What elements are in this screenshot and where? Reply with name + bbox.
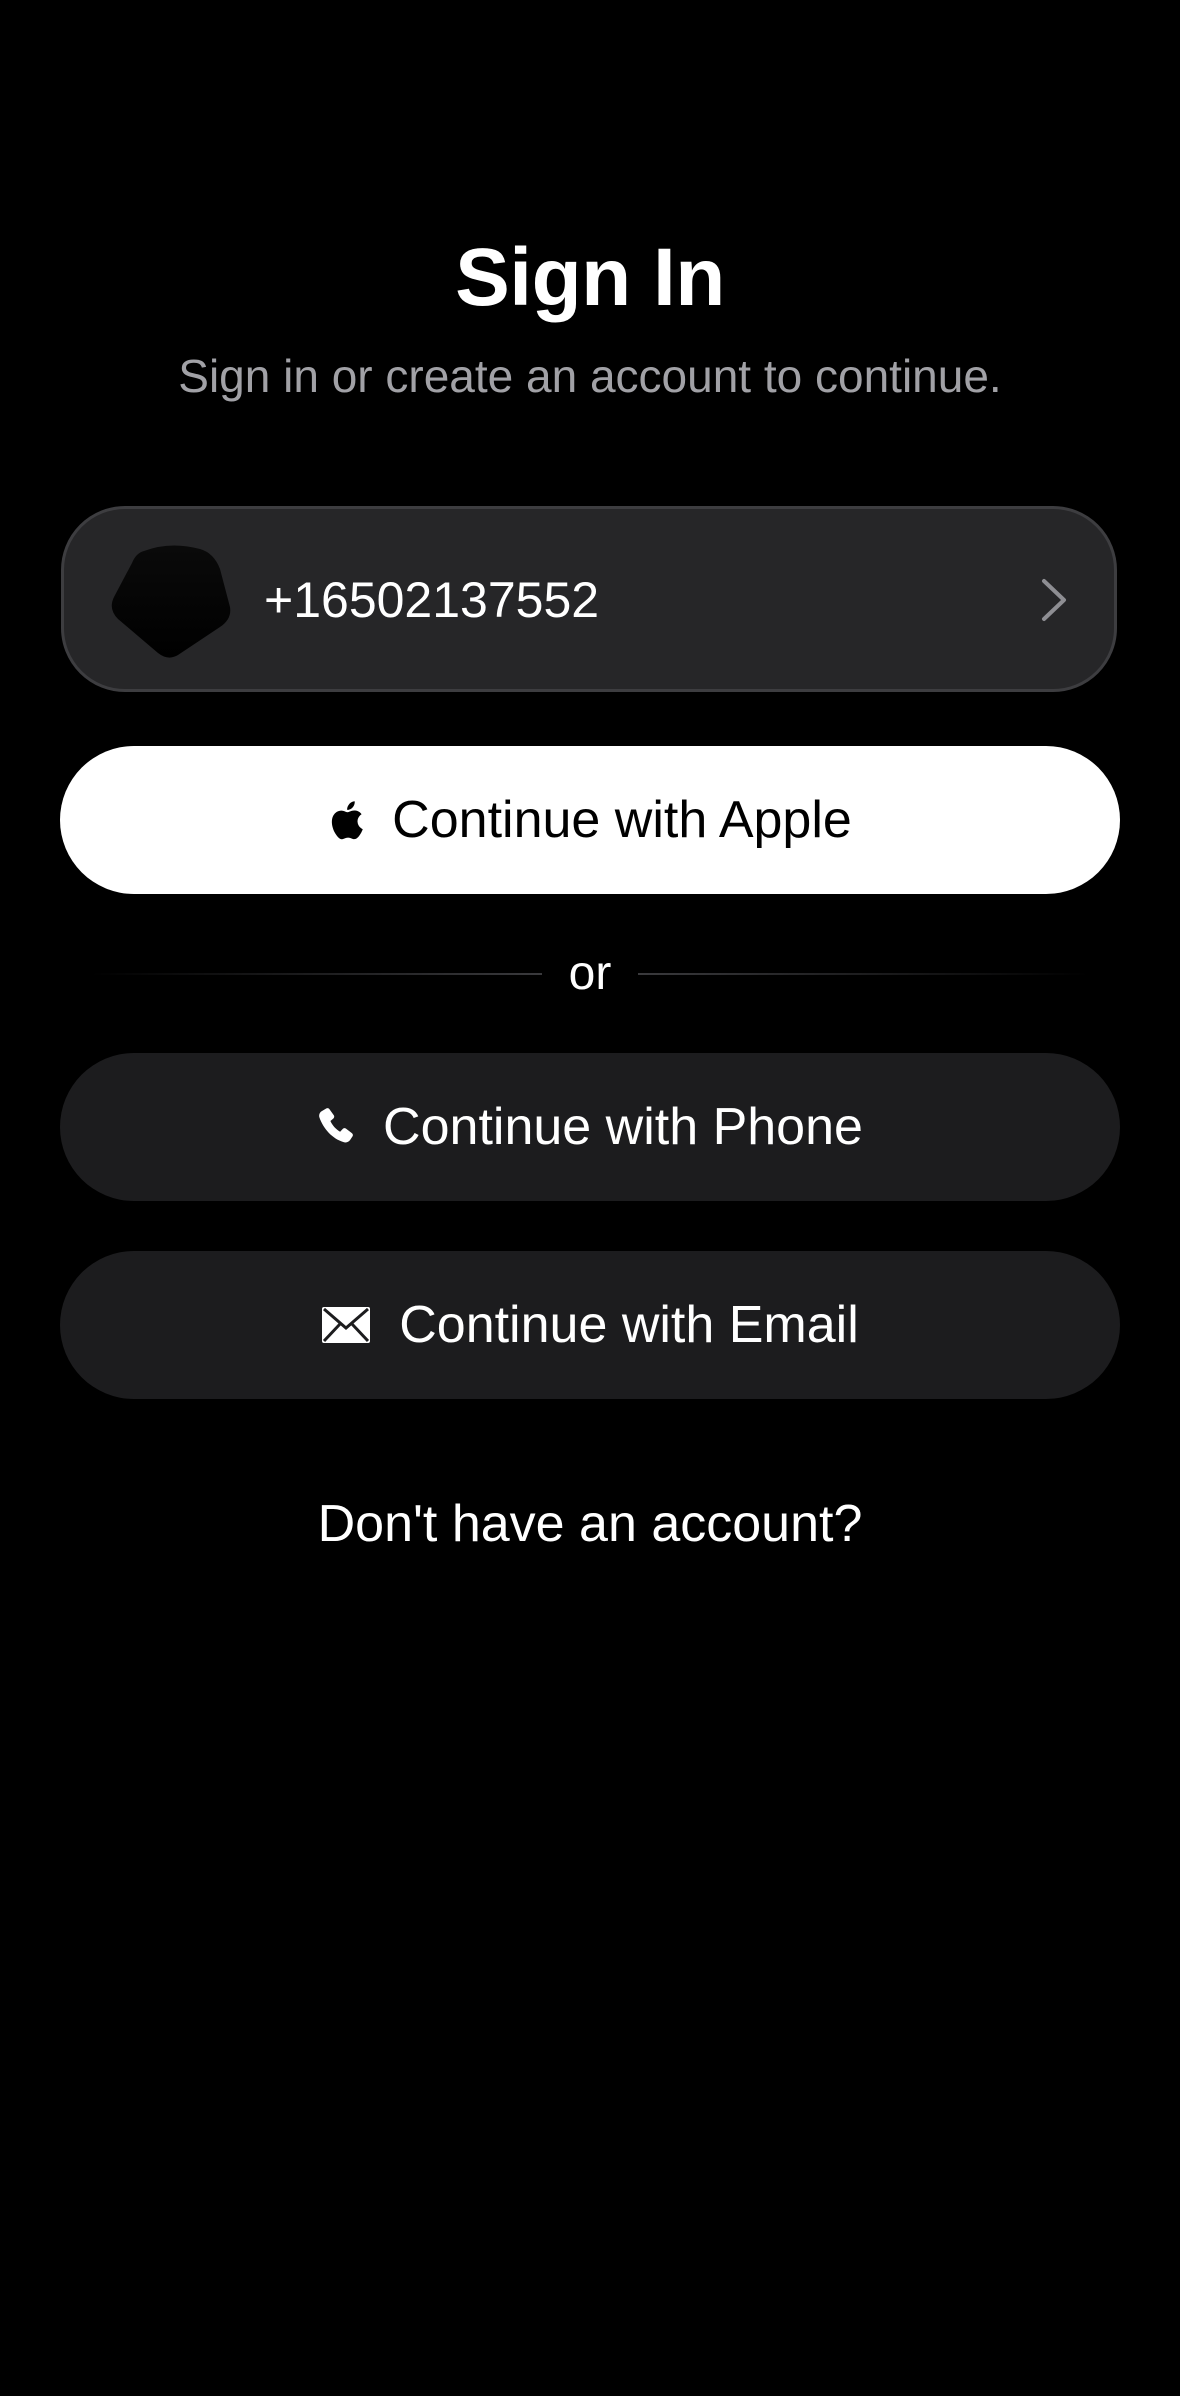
page-subtitle: Sign in or create an account to continue… bbox=[178, 350, 1002, 402]
email-button-label: Continue with Email bbox=[399, 1296, 859, 1354]
sign-in-screen: Sign In Sign in or create an account to … bbox=[0, 0, 1180, 2396]
page-title: Sign In bbox=[455, 232, 725, 323]
continue-with-email-button[interactable]: Continue with Email bbox=[60, 1251, 1120, 1399]
divider-line-right bbox=[638, 973, 1090, 975]
or-divider: or bbox=[90, 944, 1090, 1004]
signup-link[interactable]: Don't have an account? bbox=[0, 1492, 1180, 1556]
phone-icon bbox=[317, 1107, 355, 1147]
apple-button-label: Continue with Apple bbox=[392, 791, 852, 849]
saved-account-button[interactable]: +16502137552 bbox=[61, 506, 1117, 692]
phone-button-label: Continue with Phone bbox=[383, 1098, 863, 1156]
apple-icon bbox=[328, 799, 364, 841]
continue-with-apple-button[interactable]: Continue with Apple bbox=[60, 746, 1120, 894]
continue-with-phone-button[interactable]: Continue with Phone bbox=[60, 1053, 1120, 1201]
saved-account-phone: +16502137552 bbox=[264, 572, 600, 628]
chevron-right-icon bbox=[1042, 579, 1066, 621]
envelope-icon bbox=[321, 1306, 371, 1344]
avatar bbox=[111, 545, 231, 658]
